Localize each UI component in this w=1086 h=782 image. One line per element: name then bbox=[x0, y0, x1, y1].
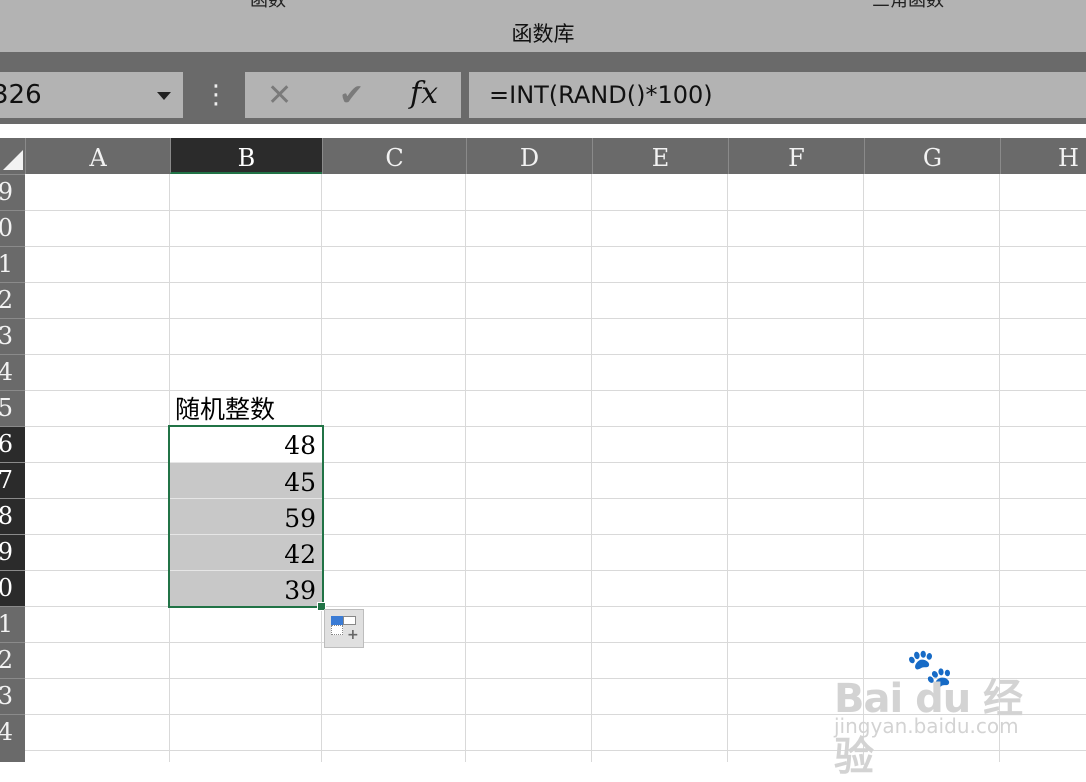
name-box[interactable]: 326 bbox=[0, 72, 183, 118]
row-header[interactable]: 3 bbox=[0, 678, 25, 714]
select-all-button[interactable] bbox=[0, 138, 25, 174]
close-icon[interactable]: ✕ bbox=[267, 78, 292, 113]
column-header-g[interactable]: G bbox=[864, 138, 1000, 174]
watermark: 🐾 Bai du 经验 jingyan.baidu.com bbox=[834, 646, 1034, 780]
column-header-f[interactable]: F bbox=[728, 138, 864, 174]
row-header-selected[interactable]: 0 bbox=[0, 570, 25, 606]
more-options-icon[interactable]: ⋮ bbox=[203, 80, 229, 110]
ribbon-cut-label-left: 函数 bbox=[250, 0, 286, 11]
insert-function-button[interactable]: fx bbox=[410, 76, 438, 111]
quick-analysis-button[interactable]: + bbox=[324, 609, 364, 648]
cell-header-label[interactable]: 随机整数 bbox=[175, 392, 375, 428]
row-header-selected[interactable]: 6 bbox=[0, 426, 25, 462]
watermark-url: jingyan.baidu.com bbox=[834, 714, 1019, 738]
column-header-d[interactable]: D bbox=[466, 138, 592, 174]
row-header[interactable]: 9 bbox=[0, 174, 25, 210]
ribbon-group-label: 函数库 bbox=[511, 22, 575, 46]
check-icon[interactable]: ✔ bbox=[339, 78, 364, 113]
row-header[interactable]: 4 bbox=[0, 714, 25, 750]
row-header[interactable]: 1 bbox=[0, 606, 25, 642]
row-header-selected[interactable]: 9 bbox=[0, 534, 25, 570]
column-header-e[interactable]: E bbox=[592, 138, 728, 174]
row-header[interactable]: 5 bbox=[0, 390, 25, 426]
quick-analysis-icon bbox=[331, 616, 343, 625]
name-box-text: 326 bbox=[0, 80, 42, 110]
formula-input[interactable]: =INT(RAND()*100) bbox=[469, 72, 1086, 118]
column-header-a[interactable]: A bbox=[25, 138, 170, 174]
cell-value[interactable]: 39 bbox=[170, 570, 322, 606]
column-header-h[interactable]: H bbox=[1000, 138, 1086, 174]
cell-value[interactable]: 59 bbox=[170, 498, 322, 534]
row-header[interactable]: 2 bbox=[0, 282, 25, 318]
formula-buttons: ✕ ✔ fx bbox=[245, 72, 461, 118]
row-header[interactable]: 3 bbox=[0, 318, 25, 354]
ribbon-cut-label-right: 三角函数 bbox=[872, 0, 944, 11]
select-all-icon bbox=[3, 150, 23, 170]
cell-value[interactable]: 45 bbox=[170, 462, 322, 498]
row-header-selected[interactable]: 8 bbox=[0, 498, 25, 534]
chevron-down-icon[interactable] bbox=[157, 92, 171, 100]
row-header[interactable]: 2 bbox=[0, 642, 25, 678]
row-header[interactable]: 4 bbox=[0, 354, 25, 390]
cell-value[interactable]: 48 bbox=[170, 426, 322, 462]
ribbon: 函数 三角函数 函数库 bbox=[0, 0, 1086, 52]
ribbon-divider bbox=[0, 52, 1086, 70]
column-header-b[interactable]: B bbox=[170, 138, 322, 174]
cell-value[interactable]: 42 bbox=[170, 534, 322, 570]
formula-text: =INT(RAND()*100) bbox=[489, 81, 713, 109]
row-header[interactable]: 0 bbox=[0, 210, 25, 246]
row-header[interactable]: 1 bbox=[0, 246, 25, 282]
column-header-c[interactable]: C bbox=[322, 138, 466, 174]
row-header-selected[interactable]: 7 bbox=[0, 462, 25, 498]
